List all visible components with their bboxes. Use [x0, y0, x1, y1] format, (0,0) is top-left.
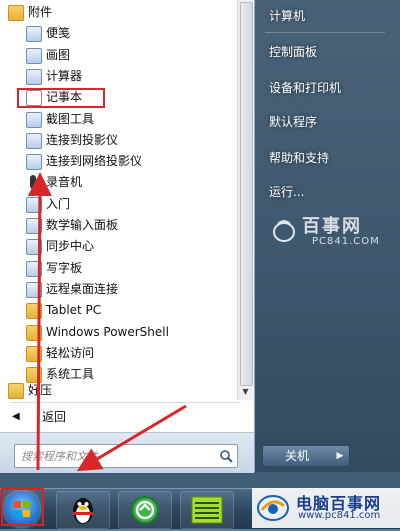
- program-label: 便笺: [46, 26, 71, 41]
- program-label: 连接到投影仪: [46, 132, 119, 147]
- site-brand: 电脑百事网 www.pc841.com: [252, 488, 400, 528]
- microphone-icon: [30, 175, 36, 190]
- folder-icon: [26, 324, 42, 341]
- program-label: 好压: [28, 383, 53, 397]
- wordpad-icon: [26, 260, 42, 277]
- browser-icon: [131, 496, 159, 524]
- remote-desktop-icon: [26, 281, 42, 298]
- brand-url: www.pc841.com: [298, 510, 381, 521]
- network-projector-icon: [26, 154, 42, 171]
- right-item-computer[interactable]: 计算机: [269, 6, 305, 26]
- qq-penguin-icon: [73, 498, 93, 524]
- program-item[interactable]: 写字板: [26, 258, 230, 278]
- program-item[interactable]: 轻松访问: [26, 343, 230, 363]
- right-separator: [265, 32, 385, 33]
- program-item[interactable]: 好压: [8, 380, 230, 400]
- program-label: 写字板: [46, 260, 83, 275]
- watermark-title: 百事网: [302, 216, 362, 237]
- programs-scrollbar[interactable]: ▼: [237, 0, 254, 400]
- paint-icon: [26, 47, 42, 64]
- all-programs-list: 附件 便笺 画图 计算器 记事本 截图工具 连接到投影仪 连接到网络投影仪 录音机 入门 数学输入面…: [0, 0, 236, 400]
- program-label: 入门: [46, 196, 71, 211]
- program-label: 连接到网络投影仪: [46, 154, 143, 169]
- program-label: 数学输入面板: [46, 218, 119, 232]
- program-item[interactable]: Tablet PC: [26, 300, 230, 320]
- getting-started-icon: [26, 196, 42, 213]
- scroll-down-icon[interactable]: ▼: [240, 386, 251, 398]
- folder-icon: [26, 303, 42, 320]
- sync-center-icon: [26, 239, 42, 256]
- program-item[interactable]: 数学输入面板: [26, 215, 230, 235]
- taskbar-qq-button[interactable]: [56, 491, 110, 529]
- program-item[interactable]: 录音机: [26, 172, 230, 192]
- right-item-default-programs[interactable]: 默认程序: [269, 112, 317, 132]
- program-item[interactable]: 连接到投影仪: [26, 130, 230, 150]
- program-item[interactable]: 附件: [8, 2, 230, 22]
- right-item-run[interactable]: 运行...: [269, 182, 304, 202]
- program-label: Tablet PC: [46, 303, 102, 318]
- search-icon[interactable]: [219, 449, 233, 463]
- search-input[interactable]: [19, 447, 213, 465]
- program-item[interactable]: 便笺: [26, 23, 230, 43]
- watermark: 百事网 PC841.COM: [270, 212, 390, 252]
- program-item[interactable]: 截图工具: [26, 109, 230, 129]
- sticky-notes-icon: [26, 26, 42, 43]
- document-icon: [191, 496, 223, 524]
- shutdown-options-icon[interactable]: ▶: [331, 445, 350, 467]
- taskbar-browser-button[interactable]: [118, 491, 172, 529]
- program-item[interactable]: 远程桌面连接: [26, 279, 230, 299]
- math-input-icon: [26, 218, 42, 234]
- program-label: 附件: [28, 5, 53, 19]
- right-item-devices-printers[interactable]: 设备和打印机: [269, 78, 341, 98]
- program-label: 计算器: [46, 68, 83, 83]
- start-button-highlight-box: [1, 488, 44, 526]
- program-label: 截图工具: [46, 111, 95, 126]
- back-label: 返回: [42, 410, 67, 424]
- program-label: 远程桌面连接: [46, 281, 119, 296]
- projector-icon: [26, 132, 42, 149]
- shutdown-button[interactable]: 关机: [262, 445, 332, 467]
- program-item[interactable]: 计算器: [26, 66, 230, 86]
- program-item[interactable]: Windows PowerShell: [26, 322, 230, 342]
- folder-icon: [8, 5, 24, 21]
- program-item[interactable]: 连接到网络投影仪: [26, 151, 230, 171]
- program-label: Windows PowerShell: [46, 324, 169, 339]
- notepad-highlight-box: [17, 88, 105, 108]
- site-logo-icon: [257, 495, 289, 521]
- back-button[interactable]: ◀ 返回: [10, 408, 230, 426]
- watermark-logo-icon: [273, 220, 295, 242]
- folder-icon: [8, 383, 24, 399]
- search-box[interactable]: [14, 444, 238, 468]
- taskbar-document-button[interactable]: [180, 491, 234, 529]
- watermark-subtitle: PC841.COM: [312, 236, 380, 247]
- right-item-help-support[interactable]: 帮助和支持: [269, 148, 329, 168]
- start-menu-left-pane: 附件 便笺 画图 计算器 记事本 截图工具 连接到投影仪 连接到网络投影仪 录音机 入门 数学输入面…: [0, 0, 255, 473]
- program-item[interactable]: 入门: [26, 194, 230, 214]
- folder-icon: [26, 345, 42, 362]
- calculator-icon: [26, 68, 42, 85]
- menu-divider: [10, 402, 240, 403]
- program-item[interactable]: 画图: [26, 45, 230, 65]
- program-label: 录音机: [46, 175, 83, 190]
- program-label: 同步中心: [46, 239, 95, 254]
- program-item[interactable]: 同步中心: [26, 236, 230, 256]
- scrollbar-thumb[interactable]: [240, 2, 253, 386]
- program-label: 轻松访问: [46, 345, 95, 360]
- snipping-tool-icon: [26, 111, 42, 128]
- right-item-control-panel[interactable]: 控制面板: [269, 42, 317, 62]
- back-arrow-icon: ◀: [12, 411, 20, 422]
- program-label: 画图: [46, 47, 71, 62]
